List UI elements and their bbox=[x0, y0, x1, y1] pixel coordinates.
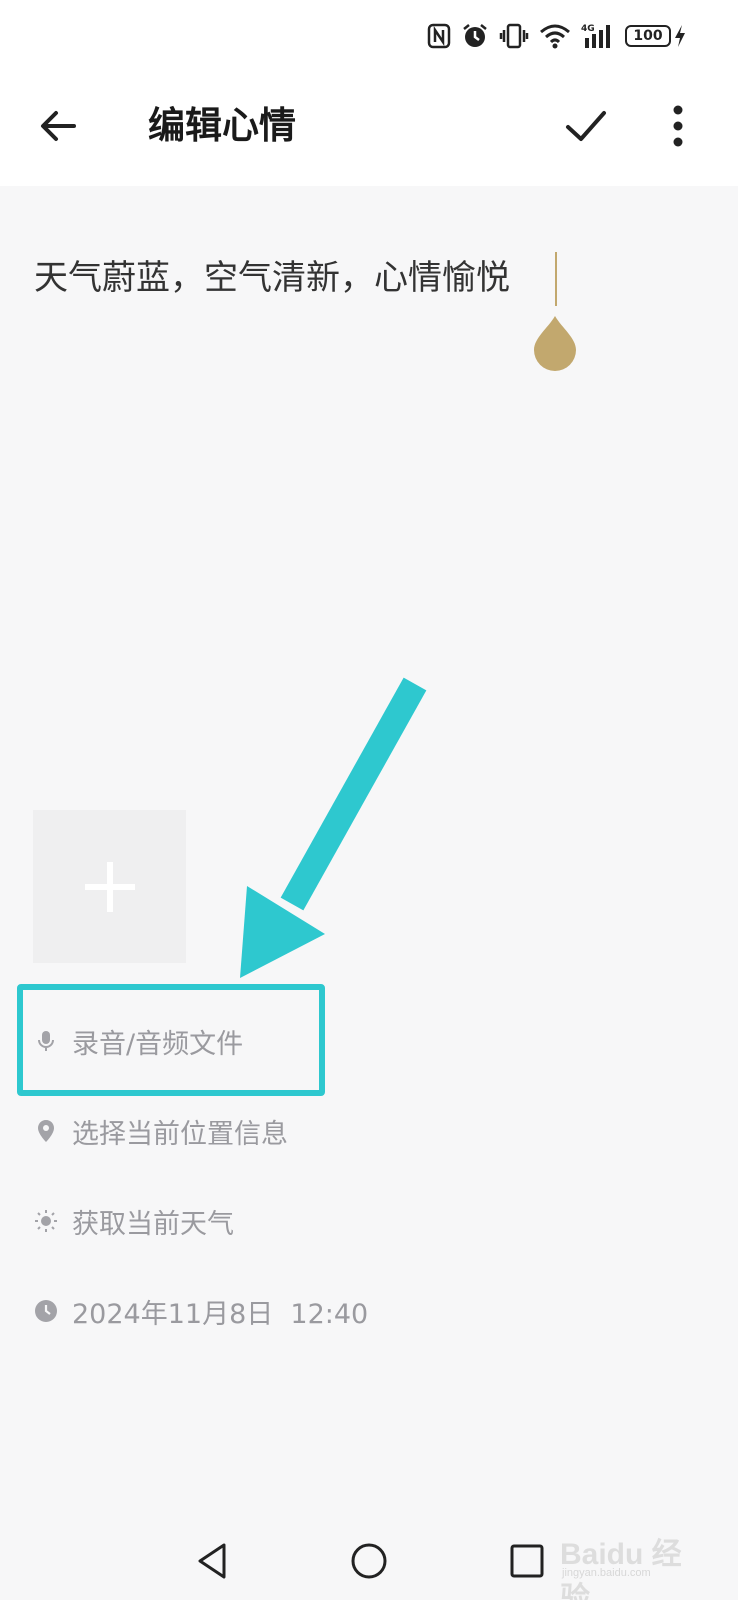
text-cursor bbox=[555, 252, 557, 306]
nav-recent-apps-icon[interactable] bbox=[506, 1540, 548, 1582]
battery-level: 100 bbox=[625, 25, 671, 47]
nfc-icon bbox=[427, 23, 451, 49]
wifi-icon bbox=[540, 24, 570, 49]
app-header: 编辑心情 bbox=[0, 72, 738, 186]
back-arrow-icon[interactable] bbox=[34, 100, 86, 152]
nav-back-icon[interactable] bbox=[192, 1540, 234, 1582]
nav-home-icon[interactable] bbox=[348, 1540, 390, 1582]
location-option-label: 选择当前位置信息 bbox=[72, 1118, 288, 1150]
annotation-arrow-icon bbox=[240, 677, 427, 978]
battery-indicator: 100 bbox=[625, 24, 686, 48]
location-pin-icon bbox=[38, 1120, 54, 1142]
checkmark-icon[interactable] bbox=[560, 100, 612, 152]
watermark-sub: jingyan.baidu.com bbox=[562, 1567, 651, 1579]
watermark: Baidu 经验 jingyan.baidu.com bbox=[560, 1525, 710, 1600]
charging-icon bbox=[675, 25, 685, 47]
mood-editor-content: 天气蔚蓝，空气清新，心情愉悦 录音/音频文件 选择当前位置信息 获取当前天气 2… bbox=[0, 186, 738, 1520]
network-type-label: 4G bbox=[581, 24, 595, 34]
location-option[interactable]: 选择当前位置信息 bbox=[34, 1111, 288, 1151]
alarm-icon bbox=[463, 24, 487, 47]
datetime-label: 2024年11月8日 12:40 bbox=[72, 1298, 369, 1330]
cursor-handle-icon[interactable] bbox=[532, 314, 578, 372]
vibrate-icon bbox=[499, 23, 529, 49]
sun-icon bbox=[35, 1210, 57, 1232]
page-title: 编辑心情 bbox=[148, 104, 296, 147]
microphone-icon bbox=[38, 1031, 54, 1051]
audio-file-option[interactable]: 录音/音频文件 bbox=[34, 1021, 243, 1061]
weather-option-label: 获取当前天气 bbox=[72, 1208, 234, 1240]
clock-icon bbox=[35, 1300, 57, 1322]
weather-option[interactable]: 获取当前天气 bbox=[34, 1201, 234, 1241]
datetime-option[interactable]: 2024年11月8日 12:40 bbox=[34, 1291, 368, 1331]
cellular-signal-icon: 4G bbox=[581, 24, 610, 48]
plus-icon bbox=[84, 861, 135, 912]
more-options-icon[interactable] bbox=[660, 100, 696, 152]
watermark-brand: Baidu 经验 bbox=[560, 1538, 682, 1600]
status-bar: 4G 100 bbox=[0, 0, 738, 72]
add-photo-button[interactable] bbox=[33, 810, 186, 963]
audio-option-label: 录音/音频文件 bbox=[72, 1028, 244, 1060]
mood-text-input[interactable]: 天气蔚蓝，空气清新，心情愉悦 bbox=[34, 256, 510, 300]
